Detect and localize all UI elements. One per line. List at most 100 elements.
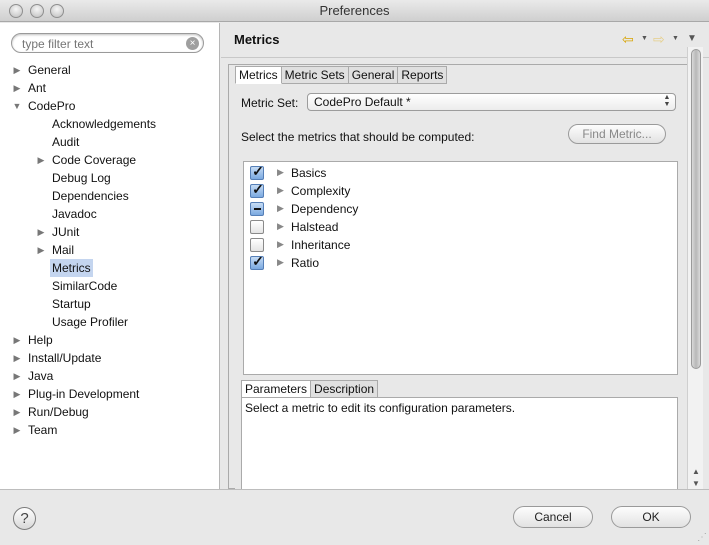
tree-item[interactable]: ▶ Run/Debug bbox=[0, 403, 219, 421]
tree-item[interactable]: ▶ Ant bbox=[0, 79, 219, 97]
filter-field[interactable]: × bbox=[11, 33, 204, 53]
scroll-up-arrow-icon[interactable]: ▲ bbox=[688, 467, 704, 476]
metric-name: Dependency bbox=[291, 202, 359, 216]
metrics-tree: ✓ ▶ Basics ✓ ▶ Complexity ▶ Dependency ▶ Halstead… bbox=[243, 161, 678, 375]
tree-item[interactable]: ▶ Mail bbox=[0, 241, 219, 259]
tab-metrics[interactable]: Metrics bbox=[235, 66, 282, 84]
select-metrics-prompt: Select the metrics that should be comput… bbox=[241, 130, 475, 144]
metric-checkbox[interactable]: ✓ bbox=[250, 253, 264, 270]
tab-general[interactable]: General bbox=[348, 66, 399, 84]
collapsed-triangle-icon[interactable]: ▶ bbox=[12, 421, 22, 439]
tree-item[interactable]: ▼ CodePro bbox=[0, 97, 219, 115]
tree-item[interactable]: Audit bbox=[0, 133, 219, 151]
metric-checkbox[interactable] bbox=[250, 202, 264, 216]
metric-checkbox[interactable] bbox=[250, 238, 264, 252]
tree-item-label: Install/Update bbox=[28, 351, 102, 365]
metric-row[interactable]: ▶ Inheritance bbox=[244, 236, 677, 254]
metric-row[interactable]: ✓ ▶ Basics bbox=[244, 163, 677, 182]
clear-filter-icon[interactable]: × bbox=[186, 37, 199, 50]
scroll-down-arrow-icon[interactable]: ▼ bbox=[688, 479, 704, 488]
tree-item[interactable]: Dependencies bbox=[0, 187, 219, 205]
forward-arrow-icon[interactable]: ⇨ bbox=[653, 31, 665, 48]
collapsed-triangle-icon[interactable]: ▶ bbox=[12, 367, 22, 385]
tree-item-label: Help bbox=[28, 333, 53, 347]
tree-item[interactable]: Startup bbox=[0, 295, 219, 313]
collapsed-triangle-icon[interactable]: ▶ bbox=[277, 203, 284, 214]
view-menu-icon[interactable]: ▼ bbox=[687, 33, 697, 44]
find-metric-button[interactable]: Find Metric... bbox=[568, 124, 666, 144]
tree-item-label: Java bbox=[28, 369, 54, 383]
collapsed-triangle-icon[interactable]: ▶ bbox=[12, 331, 22, 349]
page-title: Metrics bbox=[234, 32, 280, 47]
tree-item-label: CodePro bbox=[28, 99, 76, 113]
resize-grip-icon[interactable]: ⋰ bbox=[697, 532, 707, 543]
cancel-button[interactable]: Cancel bbox=[513, 506, 593, 528]
tree-item[interactable]: Acknowledgements bbox=[0, 115, 219, 133]
collapsed-triangle-icon[interactable]: ▶ bbox=[12, 61, 22, 79]
help-button[interactable]: ? bbox=[13, 507, 36, 530]
preferences-tree: ▶ General ▶ Ant ▼ CodePro Acknowledgements Audi… bbox=[0, 61, 219, 439]
metric-set-value: CodePro Default * bbox=[314, 95, 411, 109]
collapsed-triangle-icon[interactable]: ▶ bbox=[12, 79, 22, 97]
partial-check-icon bbox=[254, 208, 261, 210]
metric-name: Inheritance bbox=[291, 238, 351, 252]
metrics-settings-frame: Metrics Metric Sets General Reports Metric … bbox=[228, 64, 696, 490]
tree-item[interactable]: ▶ Code Coverage bbox=[0, 151, 219, 169]
tree-item[interactable]: ▶ JUnit bbox=[0, 223, 219, 241]
collapsed-triangle-icon[interactable]: ▶ bbox=[12, 349, 22, 367]
tree-item[interactable]: Debug Log bbox=[0, 169, 219, 187]
tree-item[interactable]: Metrics bbox=[0, 259, 219, 277]
tab-parameters[interactable]: Parameters bbox=[241, 380, 312, 398]
window-title: Preferences bbox=[319, 3, 390, 18]
collapsed-triangle-icon[interactable]: ▶ bbox=[12, 403, 22, 421]
preferences-tree-pane: × ▶ General ▶ Ant ▼ CodePro Acknowledgements Au… bbox=[0, 23, 220, 489]
metric-details-section: Parameters Description Select a metric to… bbox=[241, 380, 680, 490]
tree-item[interactable]: ▶ Plug-in Development bbox=[0, 385, 219, 403]
back-history-dropdown-icon[interactable]: ▼ bbox=[641, 35, 648, 42]
tree-item[interactable]: ▶ General bbox=[0, 61, 219, 79]
preference-page: Metrics ⇦ ▼ ⇨ ▼ ▼ Metrics Metric Sets Gene… bbox=[221, 23, 709, 490]
ok-button[interactable]: OK bbox=[611, 506, 691, 528]
collapsed-triangle-icon[interactable]: ▶ bbox=[277, 257, 284, 268]
metric-name: Complexity bbox=[291, 184, 351, 198]
tab-reports[interactable]: Reports bbox=[398, 66, 448, 84]
tree-item[interactable]: ▶ Java bbox=[0, 367, 219, 385]
metric-set-label: Metric Set: bbox=[241, 96, 299, 110]
forward-history-dropdown-icon[interactable]: ▼ bbox=[672, 35, 679, 42]
select-arrows-icon: ▲ ▼ bbox=[663, 94, 671, 108]
collapsed-triangle-icon[interactable]: ▶ bbox=[277, 167, 284, 178]
collapsed-triangle-icon[interactable]: ▶ bbox=[277, 221, 284, 232]
metric-row[interactable]: ✓ ▶ Complexity bbox=[244, 181, 677, 200]
filter-input[interactable] bbox=[22, 36, 182, 51]
tab-description[interactable]: Description bbox=[311, 380, 379, 398]
collapsed-triangle-icon[interactable]: ▶ bbox=[277, 239, 284, 250]
back-arrow-icon[interactable]: ⇦ bbox=[622, 31, 634, 48]
page-header: Metrics ⇦ ▼ ⇨ ▼ ▼ bbox=[221, 23, 709, 57]
tree-item[interactable]: ▶ Team bbox=[0, 421, 219, 439]
metric-checkbox[interactable] bbox=[250, 220, 264, 234]
tree-item-label: Dependencies bbox=[52, 189, 129, 203]
tree-item[interactable]: ▶ Help bbox=[0, 331, 219, 349]
metric-row[interactable]: ▶ Dependency bbox=[244, 200, 677, 218]
page-scrollbar[interactable]: ▲ ▼ bbox=[687, 47, 703, 489]
metric-row[interactable]: ▶ Halstead bbox=[244, 218, 677, 236]
collapsed-triangle-icon[interactable]: ▶ bbox=[36, 241, 46, 259]
metrics-tab-content: Metric Set: CodePro Default * ▲ ▼ Select … bbox=[235, 84, 696, 490]
details-tabs: Parameters Description bbox=[241, 380, 379, 398]
tree-item[interactable]: Javadoc bbox=[0, 205, 219, 223]
metric-checkbox[interactable]: ✓ bbox=[250, 181, 264, 198]
collapsed-triangle-icon[interactable]: ▶ bbox=[36, 223, 46, 241]
tree-item[interactable]: SimilarCode bbox=[0, 277, 219, 295]
scrollbar-thumb[interactable] bbox=[691, 49, 701, 369]
collapsed-triangle-icon[interactable]: ▶ bbox=[277, 185, 284, 196]
metric-set-select[interactable]: CodePro Default * ▲ ▼ bbox=[307, 93, 676, 111]
collapsed-triangle-icon[interactable]: ▶ bbox=[12, 385, 22, 403]
tree-item-label: Run/Debug bbox=[28, 405, 89, 419]
tree-item[interactable]: ▶ Install/Update bbox=[0, 349, 219, 367]
collapsed-triangle-icon[interactable]: ▶ bbox=[36, 151, 46, 169]
tree-item[interactable]: Usage Profiler bbox=[0, 313, 219, 331]
expanded-triangle-icon[interactable]: ▼ bbox=[12, 97, 22, 115]
metric-checkbox[interactable]: ✓ bbox=[250, 163, 264, 180]
tab-metric-sets[interactable]: Metric Sets bbox=[281, 66, 349, 84]
metric-row[interactable]: ✓ ▶ Ratio bbox=[244, 253, 677, 272]
